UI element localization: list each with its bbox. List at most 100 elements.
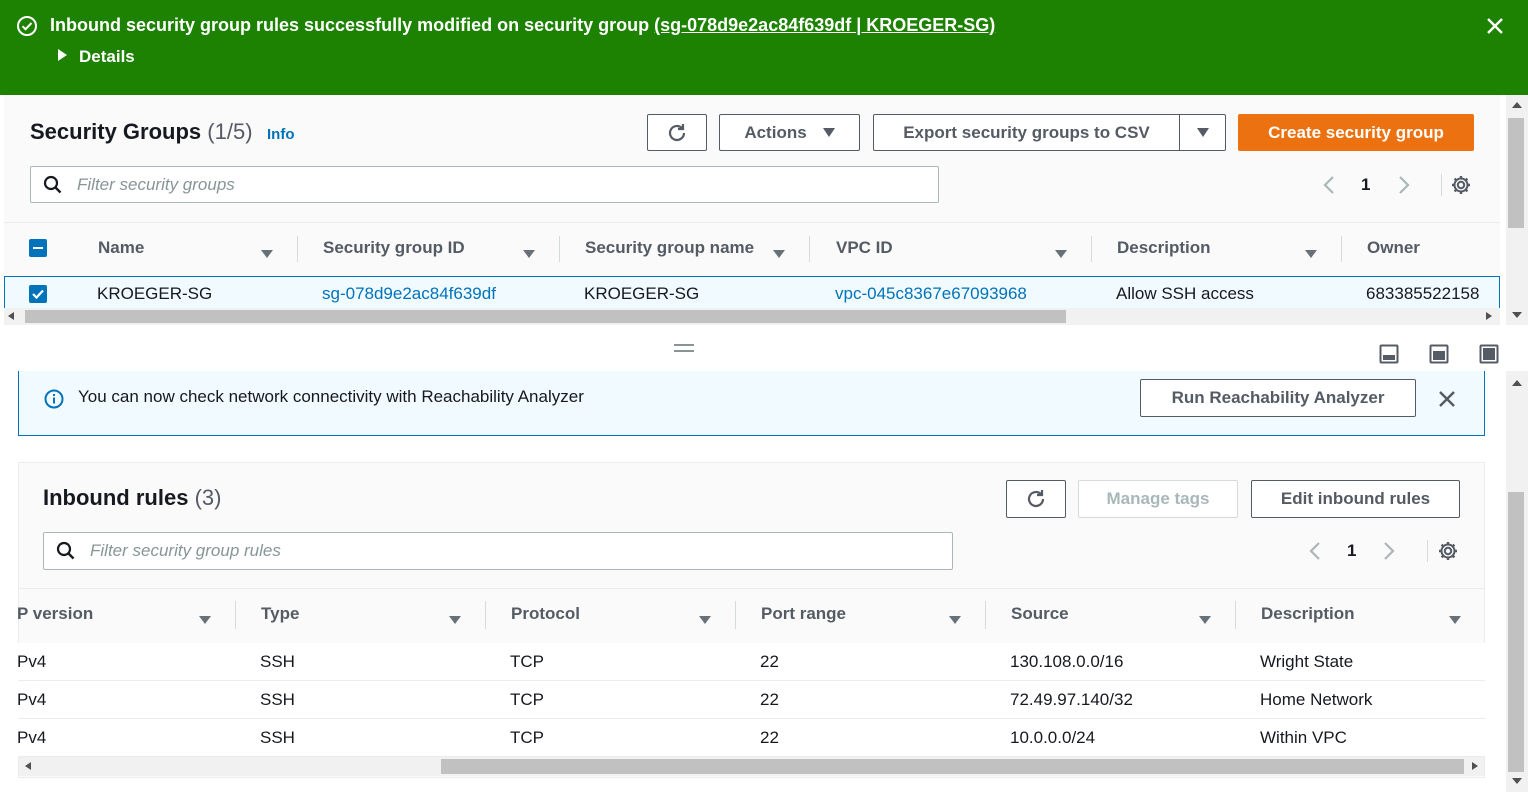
selection-count: (1/5) [207,119,253,144]
scroll-down-arrow-icon[interactable] [1512,778,1522,784]
row-checkbox[interactable] [29,285,47,303]
previous-page-icon[interactable] [1308,541,1322,561]
sort-caret-icon[interactable] [199,611,211,629]
column-header-port-range[interactable]: Port range [761,604,846,624]
export-options-button[interactable] [1179,114,1226,151]
scroll-up-arrow-icon[interactable] [1512,102,1522,108]
split-side-icon[interactable] [1429,344,1449,364]
scrollbar-thumb[interactable] [1508,492,1524,772]
column-divider [985,601,986,629]
cell-ip-version: Pv4 [17,690,47,709]
column-header-type[interactable]: Type [261,604,299,624]
checkmark-icon [32,289,44,300]
column-divider [1341,236,1342,262]
column-header-name[interactable]: Name [98,238,144,258]
close-icon[interactable] [1438,390,1456,408]
manage-tags-button[interactable]: Manage tags [1078,480,1238,518]
column-header-ip-version[interactable]: P version [17,604,93,624]
next-page-icon[interactable] [1382,541,1396,561]
info-link[interactable]: Info [267,126,295,143]
chevron-down-icon [1196,128,1209,137]
drag-handle-icon-line[interactable] [674,350,694,352]
scroll-left-arrow-icon[interactable] [25,762,31,770]
success-check-icon [16,15,38,37]
column-divider [235,601,236,629]
page-number[interactable]: 1 [1361,175,1370,195]
refresh-button[interactable] [1006,480,1066,518]
column-header-description[interactable]: Description [1117,238,1211,258]
table-row[interactable]: Pv4 SSH TCP 22 10.0.0.0/24 Within VPC [17,719,1485,757]
select-all-checkbox[interactable] [29,239,47,257]
sort-caret-icon[interactable] [1305,245,1317,263]
flash-message: Inbound security group rules successfull… [50,15,995,36]
sort-caret-icon[interactable] [949,611,961,629]
column-header-description[interactable]: Description [1261,604,1355,624]
column-header-protocol[interactable]: Protocol [511,604,580,624]
flash-message-text: Inbound security group rules successfull… [50,15,650,35]
scroll-right-arrow-icon[interactable] [1486,312,1492,320]
close-icon[interactable] [1485,16,1505,36]
settings-gear-icon[interactable] [1437,540,1459,562]
sort-caret-icon[interactable] [1199,611,1211,629]
refresh-icon [1025,488,1047,510]
cell-description: Within VPC [1260,728,1347,747]
split-full-icon[interactable] [1479,344,1499,364]
cell-name: KROEGER-SG [97,284,213,303]
create-security-group-button[interactable]: Create security group [1238,114,1474,151]
column-header-security-group-name[interactable]: Security group name [585,238,754,258]
cell-vpc-id-link[interactable]: vpc-045c8367e67093968 [835,284,1027,304]
filter-security-groups-field[interactable] [30,166,939,203]
security-group-link[interactable]: (sg-078d9e2ac84f639df | KROEGER-SG) [654,15,995,35]
filter-rules-field[interactable] [43,532,953,570]
rule-count: (3) [194,485,222,510]
column-header-source[interactable]: Source [1011,604,1069,624]
scroll-right-arrow-icon[interactable] [1472,762,1478,770]
column-header-security-group-id[interactable]: Security group ID [323,238,465,258]
scroll-up-arrow-icon[interactable] [1512,380,1522,386]
sort-caret-icon[interactable] [1055,245,1067,263]
scrollbar-thumb[interactable] [441,759,1464,774]
sort-caret-icon[interactable] [449,611,461,629]
next-page-icon[interactable] [1397,175,1411,195]
scrollbar-thumb[interactable] [1508,118,1524,228]
filter-security-groups-input[interactable] [75,173,881,196]
column-divider [559,236,560,262]
table-row[interactable]: Pv4 SSH TCP 22 130.108.0.0/16 Wright Sta… [17,643,1485,681]
cell-ip-version: Pv4 [17,652,47,671]
column-divider [297,236,298,262]
filter-rules-input[interactable] [88,540,895,562]
split-bottom-icon[interactable] [1379,344,1399,364]
column-header-vpc-id[interactable]: VPC ID [836,238,893,258]
drag-handle-icon[interactable] [674,344,694,346]
sort-caret-icon[interactable] [1449,611,1461,629]
table-row[interactable]: Pv4 SSH TCP 22 72.49.97.140/32 Home Netw… [17,681,1485,719]
actions-button[interactable]: Actions [719,114,860,151]
sort-caret-icon[interactable] [773,245,785,263]
chevron-down-icon [822,128,835,137]
details-toggle[interactable]: Details [58,47,135,67]
scroll-left-arrow-icon[interactable] [8,312,14,320]
reachability-info-alert: You can now check network connectivity w… [18,371,1485,436]
sort-caret-icon[interactable] [523,245,535,263]
sort-caret-icon[interactable] [699,611,711,629]
refresh-button[interactable] [647,114,707,151]
cell-port-range: 22 [760,728,779,747]
page-number[interactable]: 1 [1347,541,1356,561]
settings-gear-icon[interactable] [1450,174,1472,196]
sort-caret-icon[interactable] [261,245,273,263]
previous-page-icon[interactable] [1322,175,1336,195]
column-divider [1091,236,1092,262]
cell-description: Home Network [1260,690,1373,709]
scrollbar-thumb[interactable] [25,310,1066,323]
cell-type: SSH [260,652,295,671]
run-reachability-analyzer-button[interactable]: Run Reachability Analyzer [1140,379,1416,417]
table-row-selected[interactable] [4,276,1500,308]
security-groups-heading: Security Groups [30,119,202,144]
column-divider [809,236,810,262]
details-label: Details [79,47,135,66]
cell-security-group-id-link[interactable]: sg-078d9e2ac84f639df [322,284,496,304]
scroll-down-arrow-icon[interactable] [1512,312,1522,318]
column-header-owner[interactable]: Owner [1367,238,1420,258]
edit-inbound-rules-button[interactable]: Edit inbound rules [1251,480,1460,518]
export-csv-button[interactable]: Export security groups to CSV [873,114,1180,151]
